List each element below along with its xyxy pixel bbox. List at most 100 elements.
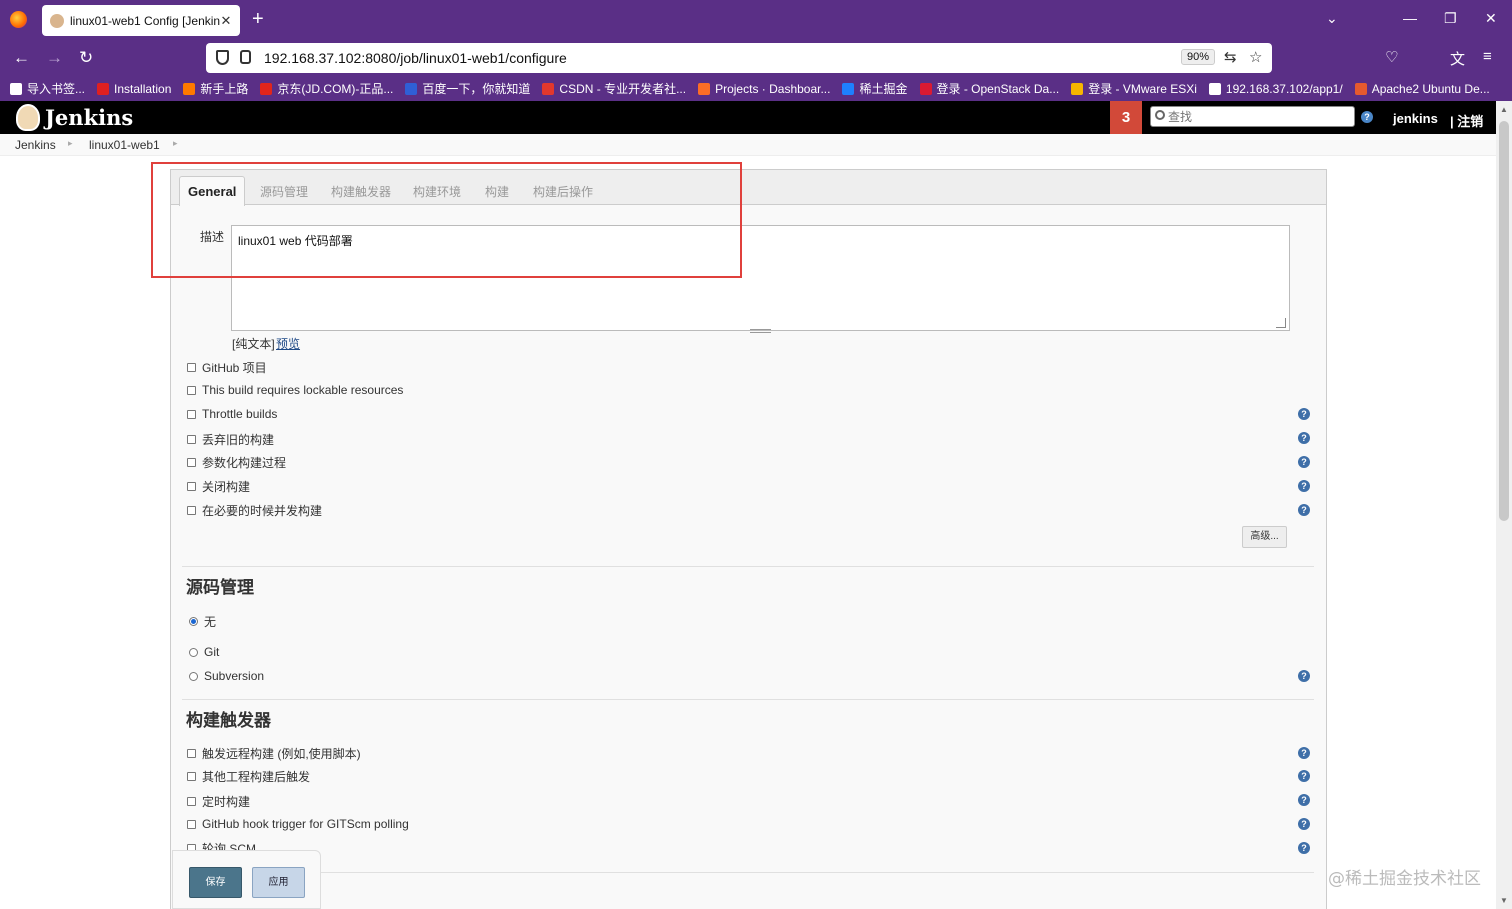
help-icon[interactable]: ? [1298, 794, 1310, 806]
bookmark-item[interactable]: 登录 - OpenStack Da... [919, 80, 1059, 97]
help-icon[interactable]: ? [1298, 504, 1310, 516]
bookmark-item[interactable]: CSDN - 专业开发者社... [542, 80, 686, 97]
scroll-thumb[interactable] [1499, 121, 1509, 521]
jenkins-butler-logo[interactable] [16, 104, 40, 131]
minimize-icon[interactable]: — [1403, 10, 1417, 26]
close-window-icon[interactable]: ✕ [1485, 10, 1497, 27]
help-icon[interactable]: ? [1298, 408, 1310, 420]
option-disable-build[interactable]: 关闭构建 [187, 478, 250, 495]
bookmark-item[interactable]: Installation [97, 82, 171, 96]
scroll-down-icon[interactable]: ▼ [1500, 896, 1508, 905]
help-icon[interactable]: ? [1298, 670, 1310, 682]
resize-handle-icon[interactable] [1276, 318, 1286, 328]
option-github-project[interactable]: GitHub 项目 [187, 359, 267, 376]
trigger-after-other[interactable]: 其他工程构建后触发 [187, 768, 310, 785]
checkbox[interactable] [187, 409, 196, 419]
tracking-shield-icon[interactable] [216, 50, 229, 65]
bookmark-item[interactable]: Apache2 Ubuntu De... [1354, 82, 1490, 96]
trigger-remote[interactable]: 触发远程构建 (例如,使用脚本) [187, 745, 361, 762]
option-label: Throttle builds [202, 407, 278, 421]
scm-none-radio[interactable]: 无 [189, 613, 216, 630]
translate-extension-icon[interactable]: 文 [1450, 48, 1465, 69]
bookmark-item[interactable]: 新手上路 [183, 80, 248, 97]
search-icon [1155, 110, 1165, 120]
checkbox[interactable] [187, 819, 196, 829]
bookmark-item[interactable]: 登录 - VMware ESXi [1071, 80, 1197, 97]
checkbox[interactable] [187, 363, 196, 372]
bookmark-item[interactable]: 192.168.37.102/app1/ [1208, 82, 1343, 96]
checkbox[interactable] [187, 772, 196, 781]
save-button[interactable]: 保存 [189, 867, 242, 898]
user-link[interactable]: jenkins [1393, 111, 1438, 126]
option-label: This build requires lockable resources [202, 383, 404, 397]
checkbox[interactable] [187, 435, 196, 444]
pocket-icon[interactable]: ♡ [1385, 48, 1398, 66]
help-icon[interactable]: ? [1298, 432, 1310, 444]
bookmark-item[interactable]: 百度一下，你就知道 [405, 80, 530, 97]
restore-icon[interactable]: ❐ [1444, 10, 1457, 27]
trigger-periodic[interactable]: 定时构建 [187, 793, 250, 810]
url-bar[interactable]: 192.168.37.102:8080/job/linux01-web1/con… [206, 43, 1272, 73]
reload-icon[interactable]: ↻ [79, 48, 93, 68]
option-lockable-resources[interactable]: This build requires lockable resources [187, 383, 403, 397]
forward-icon[interactable]: → [46, 48, 63, 68]
tab-list-chevron-icon[interactable]: ⌄ [1326, 10, 1338, 27]
new-tab-button[interactable]: + [252, 8, 264, 30]
zoom-level-badge[interactable]: 90% [1181, 49, 1216, 65]
back-icon[interactable]: ← [13, 48, 30, 68]
option-throttle-builds[interactable]: Throttle builds [187, 407, 277, 421]
trigger-github-hook[interactable]: GitHub hook trigger for GITScm polling [187, 817, 409, 831]
bookmark-item[interactable]: Projects · Dashboar... [698, 82, 830, 96]
bookmark-star-icon[interactable]: ☆ [1249, 48, 1262, 66]
help-icon[interactable]: ? [1298, 818, 1310, 830]
checkbox[interactable] [187, 506, 196, 515]
menu-icon[interactable]: ≡ [1483, 48, 1492, 65]
firefox-icon[interactable] [10, 11, 27, 28]
search-box[interactable] [1150, 106, 1355, 127]
help-icon[interactable]: ? [1298, 770, 1310, 782]
apply-button[interactable]: 应用 [252, 867, 305, 898]
checkbox[interactable] [187, 458, 196, 467]
help-icon[interactable]: ? [1298, 747, 1310, 759]
breadcrumb-separator-icon[interactable]: ▸ [173, 138, 178, 149]
insecure-lock-icon[interactable] [240, 50, 251, 64]
checkbox[interactable] [187, 482, 196, 491]
close-tab-icon[interactable]: ✕ [220, 13, 232, 29]
breadcrumb-job[interactable]: linux01-web1 [89, 138, 160, 152]
bookmark-item[interactable]: 稀土掘金 [842, 80, 908, 97]
logout-link[interactable]: | 注销 [1450, 111, 1483, 130]
option-concurrent-builds[interactable]: 在必要的时候并发构建 [187, 502, 322, 519]
bookmark-item[interactable]: 导入书签... [10, 80, 85, 97]
scroll-up-icon[interactable]: ▲ [1500, 105, 1508, 114]
option-parameterized[interactable]: 参数化构建过程 [187, 454, 286, 471]
radio[interactable] [189, 647, 198, 657]
jenkins-brand[interactable]: Jenkins [45, 105, 133, 130]
bookmark-favicon-icon [10, 82, 22, 95]
bookmark-favicon-icon [183, 82, 196, 95]
browser-tab[interactable]: linux01-web1 Config [Jenkins] ✕ [42, 5, 240, 36]
radio[interactable] [189, 671, 198, 681]
page-scrollbar[interactable]: ▲ ▼ [1496, 101, 1512, 909]
checkbox[interactable] [187, 797, 196, 806]
help-icon[interactable]: ? [1298, 842, 1310, 854]
bookmark-item[interactable]: 京东(JD.COM)-正品... [260, 80, 393, 97]
section-divider [182, 872, 1314, 873]
search-input[interactable] [1168, 109, 1348, 124]
breadcrumb-jenkins[interactable]: Jenkins [15, 138, 56, 152]
notification-badge[interactable]: 3 [1110, 101, 1142, 134]
scm-git-radio[interactable]: Git [189, 645, 219, 659]
scm-subversion-radio[interactable]: Subversion [189, 669, 264, 683]
textarea-grip-icon[interactable] [750, 329, 771, 333]
help-icon[interactable]: ? [1298, 480, 1310, 492]
breadcrumb-separator-icon[interactable]: ▸ [68, 138, 73, 149]
preview-link[interactable]: 预览 [276, 335, 300, 352]
advanced-button[interactable]: 高级... [1242, 526, 1287, 548]
translate-icon[interactable]: ⇆ [1224, 48, 1237, 66]
radio-selected[interactable] [189, 617, 198, 626]
checkbox[interactable] [187, 749, 196, 758]
checkbox[interactable] [187, 385, 196, 395]
help-icon[interactable]: ? [1298, 456, 1310, 468]
option-discard-old-builds[interactable]: 丢弃旧的构建 [187, 431, 274, 448]
url-text[interactable]: 192.168.37.102:8080/job/linux01-web1/con… [264, 50, 567, 66]
help-icon[interactable]: ? [1361, 111, 1373, 123]
